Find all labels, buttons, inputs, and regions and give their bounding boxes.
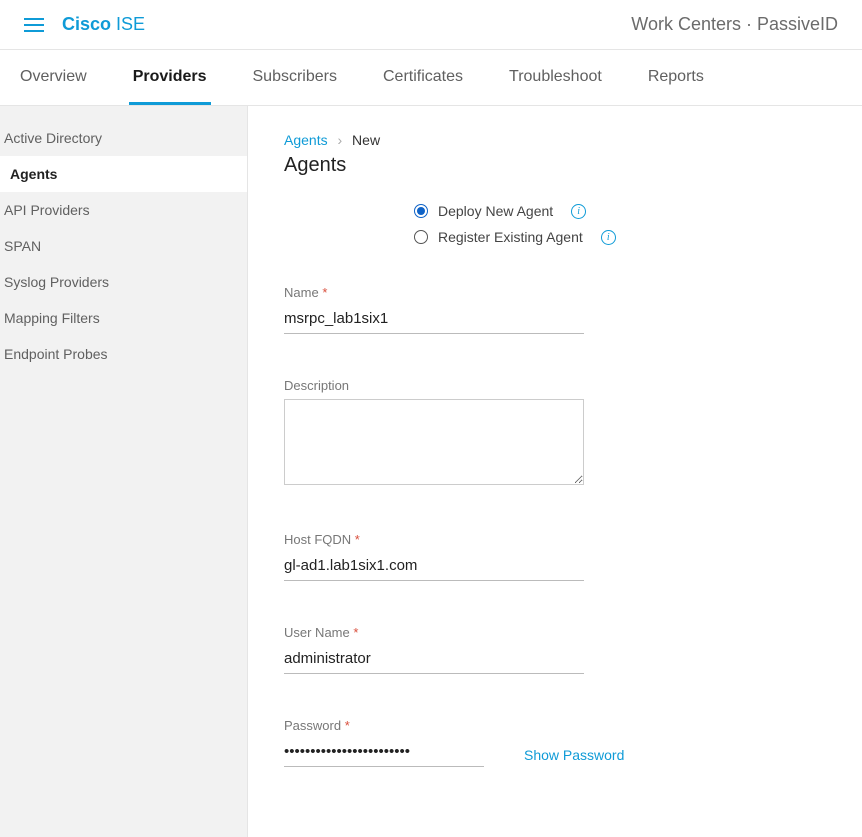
required-asterisk: * <box>345 718 350 733</box>
page-title: Agents <box>284 154 826 177</box>
field-host-fqdn: Host FQDN * <box>284 532 744 581</box>
header-left: Cisco ISE <box>24 14 145 35</box>
name-label-text: Name <box>284 285 319 300</box>
password-input[interactable] <box>284 739 484 767</box>
host-label-text: Host FQDN <box>284 532 351 547</box>
main-tabs: Overview Providers Subscribers Certifica… <box>0 50 862 106</box>
sidebar-item-api-providers[interactable]: API Providers <box>0 192 247 228</box>
password-row: Show Password <box>284 739 744 767</box>
description-label: Description <box>284 378 744 393</box>
brand-light: ISE <box>111 14 145 34</box>
field-description: Description <box>284 378 744 488</box>
content: Agents › New Agents Deploy New Agent i R… <box>248 106 862 837</box>
sidebar-item-mapping-filters[interactable]: Mapping Filters <box>0 300 247 336</box>
radio-row-register: Register Existing Agent i <box>414 229 826 245</box>
user-label: User Name * <box>284 625 744 640</box>
description-textarea[interactable] <box>284 399 584 485</box>
required-asterisk: * <box>355 532 360 547</box>
tab-reports[interactable]: Reports <box>644 50 708 105</box>
body: Active Directory Agents API Providers SP… <box>0 106 862 837</box>
name-label: Name * <box>284 285 744 300</box>
sidebar-item-syslog-providers[interactable]: Syslog Providers <box>0 264 247 300</box>
breadcrumb-link-agents[interactable]: Agents <box>284 132 328 148</box>
host-fqdn-input[interactable] <box>284 553 584 581</box>
radio-register-label: Register Existing Agent <box>438 229 583 245</box>
breadcrumb: Agents › New <box>284 132 826 148</box>
brand-bold: Cisco <box>62 14 111 34</box>
host-label: Host FQDN * <box>284 532 744 547</box>
user-label-text: User Name <box>284 625 350 640</box>
user-name-input[interactable] <box>284 646 584 674</box>
password-label-text: Password <box>284 718 341 733</box>
sidebar-item-endpoint-probes[interactable]: Endpoint Probes <box>0 336 247 372</box>
field-name: Name * <box>284 285 744 334</box>
radio-row-deploy: Deploy New Agent i <box>414 203 826 219</box>
chevron-right-icon: › <box>337 132 342 148</box>
field-user-name: User Name * <box>284 625 744 674</box>
tab-troubleshoot[interactable]: Troubleshoot <box>505 50 606 105</box>
required-asterisk: * <box>353 625 358 640</box>
required-asterisk: * <box>322 285 327 300</box>
brand-logo: Cisco ISE <box>62 14 145 35</box>
agent-mode-radio-group: Deploy New Agent i Register Existing Age… <box>414 203 826 245</box>
tab-certificates[interactable]: Certificates <box>379 50 467 105</box>
show-password-link[interactable]: Show Password <box>524 747 624 767</box>
breadcrumb-current: New <box>352 132 380 148</box>
sidebar: Active Directory Agents API Providers SP… <box>0 106 248 837</box>
sidebar-item-agents[interactable]: Agents <box>0 156 247 192</box>
info-icon[interactable]: i <box>571 204 586 219</box>
header-path: Work Centers · PassiveID <box>631 14 838 35</box>
field-password: Password * Show Password <box>284 718 744 767</box>
password-label: Password * <box>284 718 744 733</box>
sidebar-item-span[interactable]: SPAN <box>0 228 247 264</box>
info-icon[interactable]: i <box>601 230 616 245</box>
menu-icon[interactable] <box>24 18 44 32</box>
radio-deploy-new-agent[interactable] <box>414 204 428 218</box>
name-input[interactable] <box>284 306 584 334</box>
sidebar-item-active-directory[interactable]: Active Directory <box>0 120 247 156</box>
tab-subscribers[interactable]: Subscribers <box>249 50 341 105</box>
tab-overview[interactable]: Overview <box>16 50 91 105</box>
tab-providers[interactable]: Providers <box>129 50 211 105</box>
radio-register-existing-agent[interactable] <box>414 230 428 244</box>
app-header: Cisco ISE Work Centers · PassiveID <box>0 0 862 50</box>
radio-deploy-label: Deploy New Agent <box>438 203 553 219</box>
